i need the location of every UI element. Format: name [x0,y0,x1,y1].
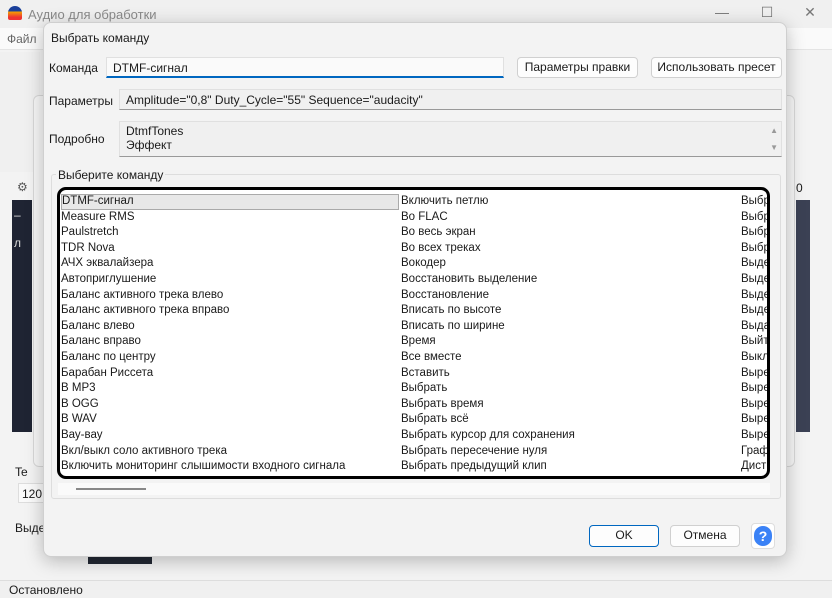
list-item[interactable]: Выбр [741,225,767,241]
list-item[interactable]: Вписать по ширине [401,319,575,335]
details-line: DtmfTones [126,124,184,138]
audacity-logo-icon [8,6,22,20]
menu-file[interactable]: Файл [7,32,37,46]
list-item[interactable]: Выбрать предыдущий клип [401,459,575,475]
list-item[interactable]: Время [401,334,575,350]
list-item[interactable]: Выбрать пересечение нуля [401,444,575,460]
list-item[interactable]: Во всех треках [401,241,575,257]
status-text: Остановлено [9,583,83,597]
list-item[interactable]: Выбрать курсор для сохранения [401,428,575,444]
list-item[interactable]: Баланс влево [61,319,399,335]
timeline-marker: 0 [796,181,803,195]
group-label: Выберите команду [56,168,166,182]
list-item[interactable]: Восстановить выделение [401,272,575,288]
list-item[interactable]: Выре [741,397,767,413]
list-item[interactable]: Выде [741,288,767,304]
list-item[interactable]: Баланс активного трека вправо [61,303,399,319]
list-item[interactable]: Выре [741,381,767,397]
list-item[interactable]: Выда [741,319,767,335]
command-list[interactable]: DTMF-сигнал Measure RMS Paulstretch TDR Nov… [57,187,770,479]
track-label: л [14,236,22,250]
app-title: Аудио для обработки [28,7,157,22]
list-item[interactable]: Выре [741,428,767,444]
list-item[interactable]: Выбр [741,194,767,210]
list-item[interactable]: Баланс по центру [61,350,399,366]
list-item[interactable]: Вписать по высоте [401,303,575,319]
select-command-dialog: Выбрать команду Команда DTMF-сигнал Пара… [43,22,787,557]
close-button[interactable]: ✕ [798,4,822,24]
details-line: Эффект [126,138,172,152]
use-preset-button[interactable]: Использовать пресет [651,57,782,78]
list-item[interactable]: В OGG [61,397,399,413]
list-item[interactable]: Восстановление [401,288,575,304]
list-item[interactable]: Выбрать время [401,397,575,413]
list-item[interactable]: TDR Nova [61,241,399,257]
list-item[interactable]: Выре [741,366,767,382]
scroll-up-icon[interactable]: ▲ [770,124,778,138]
maximize-button[interactable]: ☐ [755,4,779,24]
gear-icon[interactable]: ⚙ [17,180,28,194]
bg-tempo-input[interactable]: 120 [18,483,46,503]
list-item[interactable]: Баланс активного трека влево [61,288,399,304]
help-button[interactable]: ? [751,523,775,549]
details-label: Подробно [49,132,105,146]
minimize-button[interactable]: — [710,4,734,24]
waveform-edge [796,200,810,432]
list-item[interactable]: Выде [741,272,767,288]
list-item[interactable]: Все вместе [401,350,575,366]
list-item[interactable]: Во FLAC [401,210,575,226]
scrollbar-thumb[interactable] [76,488,146,490]
cancel-button[interactable]: Отмена [670,525,740,547]
list-item[interactable]: Выде [741,256,767,272]
list-item[interactable]: Paulstretch [61,225,399,241]
bg-label-tempo: Te [15,465,28,479]
list-item[interactable]: Вау-вау [61,428,399,444]
list-item[interactable]: Вкл/выкл соло активного трека [61,444,399,460]
list-item[interactable]: Выбрать [401,381,575,397]
status-bar: Остановлено [0,580,832,598]
list-item[interactable]: В MP3 [61,381,399,397]
list-item[interactable]: Граф [741,444,767,460]
ok-button[interactable]: OK [589,525,659,547]
command-label: Команда [49,61,98,75]
help-icon: ? [754,526,772,546]
list-item[interactable]: Выбр [741,241,767,257]
list-item[interactable]: Барабан Риссета [61,366,399,382]
track-panel: – л [12,200,32,432]
command-input[interactable]: DTMF-сигнал [106,57,504,78]
details-field: DtmfTones Эффект ▲ ▼ [119,121,782,157]
list-item[interactable]: В WAV [61,412,399,428]
list-item[interactable]: Включить петлю [401,194,575,210]
edit-params-button[interactable]: Параметры правки [517,57,638,78]
list-item[interactable]: Вокодер [401,256,575,272]
list-item[interactable]: Дист [741,459,767,475]
params-field[interactable]: Amplitude="0,8" Duty_Cycle="55" Sequence… [119,89,782,110]
list-item[interactable]: Вставить [401,366,575,382]
list-item[interactable]: Выре [741,412,767,428]
list-item[interactable]: DTMF-сигнал [61,194,399,210]
params-label: Параметры [49,94,113,108]
list-item[interactable]: Автоприглушение [61,272,399,288]
bg-label-selection: Выде [15,521,46,535]
list-item[interactable]: Measure RMS [61,210,399,226]
list-item[interactable]: Во весь экран [401,225,575,241]
list-item[interactable]: Баланс вправо [61,334,399,350]
horizontal-scrollbar[interactable] [58,483,770,495]
dialog-title: Выбрать команду [51,31,150,45]
list-item[interactable]: АЧХ эквалайзера [61,256,399,272]
list-item[interactable]: Выкл [741,350,767,366]
list-item[interactable]: Включить мониторинг слышимости входного … [61,459,399,475]
scroll-down-icon[interactable]: ▼ [770,141,778,155]
list-item[interactable]: Выйт [741,334,767,350]
list-item[interactable]: Выбр [741,210,767,226]
track-minus: – [14,208,21,222]
list-item[interactable]: Выбрать всё [401,412,575,428]
list-item[interactable]: Выде [741,303,767,319]
